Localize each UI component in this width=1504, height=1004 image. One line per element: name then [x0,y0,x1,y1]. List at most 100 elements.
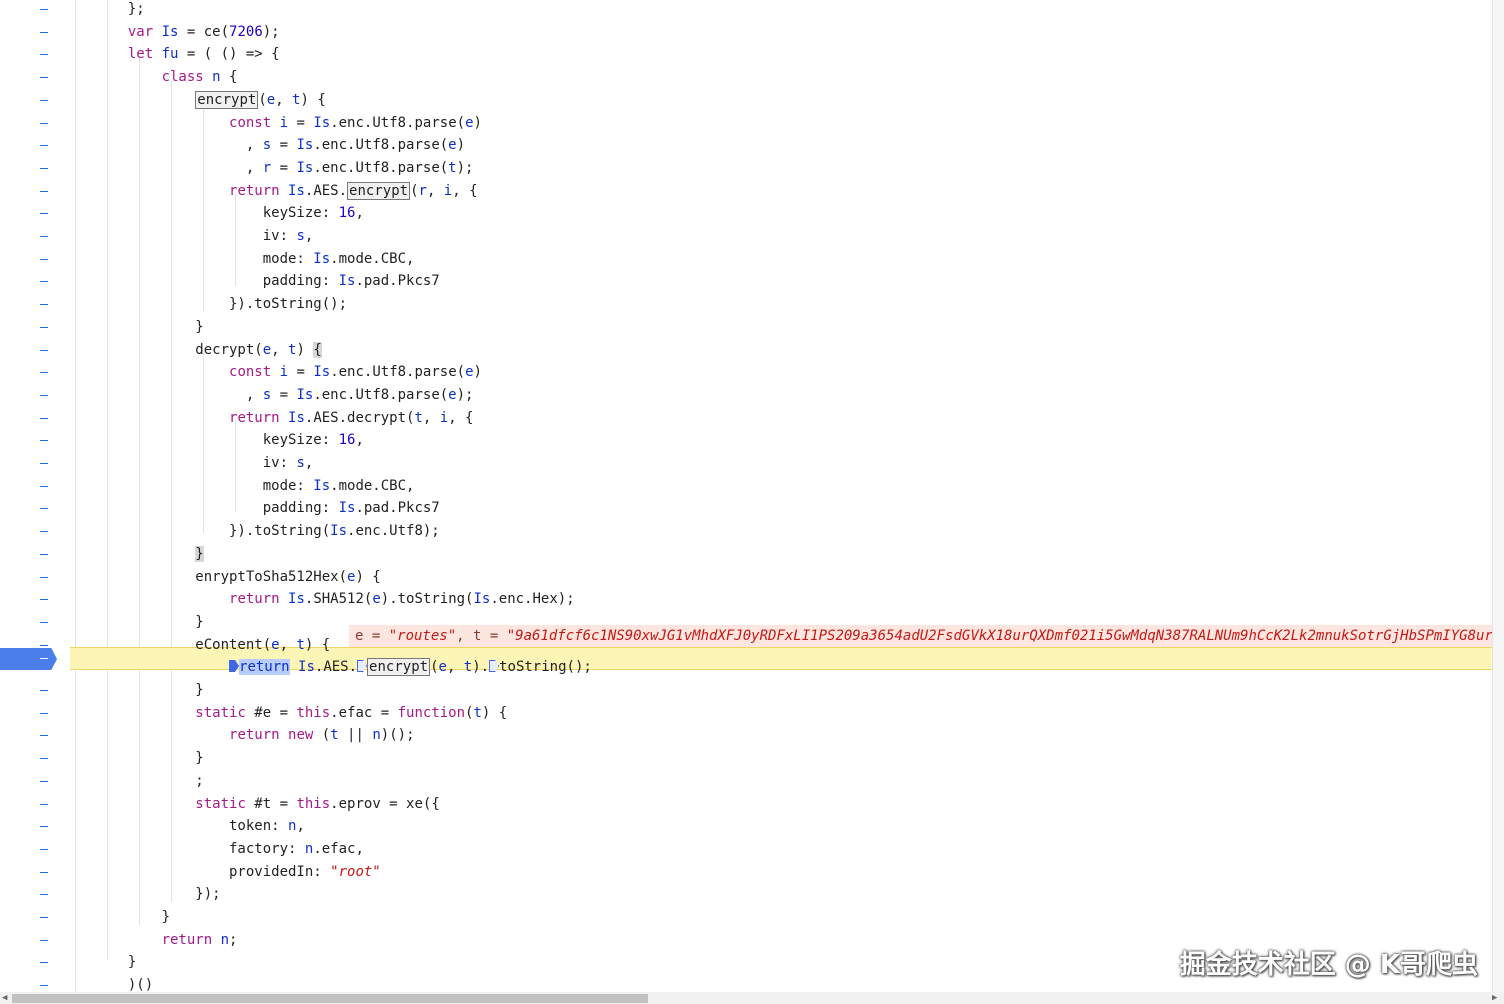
gutter-line-marker[interactable] [40,894,48,895]
code-line[interactable]: iv: s, [111,225,314,247]
gutter-line-marker[interactable] [40,645,48,646]
code-line[interactable]: }).toString(); [111,293,347,315]
code-line[interactable]: mode: Is.mode.CBC, [111,475,415,497]
gutter-line-marker[interactable] [40,327,48,328]
watermark: 掘金技术社区 @ K哥爬虫 [1179,950,1478,980]
code-line[interactable]: decrypt(e, t) { [111,339,322,361]
gutter-line-marker[interactable] [40,168,48,169]
code-line[interactable]: return Is.AES.decrypt(t, i, { [111,407,473,429]
code-line[interactable]: class n { [111,66,238,88]
code-line[interactable]: } [111,316,203,338]
gutter-line-marker[interactable] [40,713,48,714]
code-line[interactable]: } [111,951,136,973]
gutter-line-marker[interactable] [40,236,48,237]
gutter-line-marker[interactable] [40,213,48,214]
code-line[interactable]: return n; [111,929,238,951]
gutter-line-marker[interactable] [40,486,48,487]
code-line[interactable]: mode: Is.mode.CBC, [111,248,415,270]
gutter-line-marker[interactable] [40,418,48,419]
gutter-line-marker[interactable] [40,781,48,782]
gutter-line-marker[interactable] [40,508,48,509]
code-line[interactable]: keySize: 16, [111,202,364,224]
inline-e-label: e = [355,628,389,644]
code-line[interactable]: var Is = ce(7206); [111,21,280,43]
code-line[interactable]: } [111,747,203,769]
gutter-line-marker[interactable] [40,259,48,260]
code-line[interactable]: }).toString(Is.enc.Utf8); [111,520,440,542]
code-line[interactable]: iv: s, [111,452,314,474]
gutter-line-marker[interactable] [40,554,48,555]
paused-code-line[interactable]: return Is.AES. encrypt (e, t). toString(); [111,656,592,678]
gutter-line-marker[interactable] [40,304,48,305]
gutter-line-marker[interactable] [40,735,48,736]
gutter-line-marker[interactable] [40,463,48,464]
gutter-line-marker[interactable] [40,191,48,192]
indent-guide [75,0,76,992]
code-line[interactable]: static #e = this.efac = function(t) { [111,702,507,724]
code-line[interactable]: } [111,679,203,701]
scroll-left-icon[interactable]: ◀ [2,992,7,1004]
gutter-line-marker[interactable] [40,350,48,351]
gutter-line-marker[interactable] [40,145,48,146]
gutter-line-marker[interactable] [40,123,48,124]
code-line[interactable]: factory: n.efac, [111,838,364,860]
code-line[interactable]: static #t = this.eprov = xe({ [111,793,439,815]
gutter-line-marker[interactable] [40,690,48,691]
gutter-line-marker[interactable] [40,872,48,873]
gutter-line-marker[interactable] [40,826,48,827]
code-line[interactable]: token: n, [111,815,305,837]
code-line[interactable]: , s = Is.enc.Utf8.parse(e) [111,134,465,156]
gutter-line-marker[interactable] [40,440,48,441]
scroll-right-icon[interactable]: ▶ [1492,992,1497,1004]
gutter-line-marker[interactable] [40,599,48,600]
code-line[interactable]: } [111,906,170,928]
gutter-line-marker[interactable] [40,100,48,101]
gutter-line-marker[interactable] [40,395,48,396]
gutter-line-marker[interactable] [40,372,48,373]
code-line[interactable]: } [111,543,204,565]
gutter-line-marker[interactable] [40,804,48,805]
gutter-line-marker[interactable] [40,849,48,850]
gutter-line-marker[interactable] [40,577,48,578]
code-line[interactable]: padding: Is.pad.Pkcs7 [111,497,440,519]
breakpoint-marker-icon[interactable] [0,648,57,670]
code-line[interactable]: eContent(e, t) { [111,634,330,656]
code-line[interactable]: encrypt (e, t) { [111,89,326,111]
gutter-line-marker[interactable] [40,9,48,10]
execution-pointer-icon[interactable] [229,660,240,672]
continue-to-location-icon[interactable] [357,660,368,672]
gutter-line-marker[interactable] [40,758,48,759]
code-line[interactable]: , s = Is.enc.Utf8.parse(e); [111,384,474,406]
code-line[interactable]: return Is.AES. encrypt (r, i, { [111,180,478,202]
code-line[interactable]: , r = Is.enc.Utf8.parse(t); [111,157,474,179]
horizontal-scroll-thumb[interactable] [12,994,648,1003]
gutter-line-marker[interactable] [40,985,48,986]
code-line[interactable]: const i = Is.enc.Utf8.parse(e) [111,361,482,383]
continue-to-location-icon[interactable] [489,660,500,672]
line-gutter[interactable] [0,0,64,992]
gutter-line-marker[interactable] [40,531,48,532]
code-line[interactable]: let fu = ( () => { [111,43,280,65]
code-line[interactable]: padding: Is.pad.Pkcs7 [111,270,440,292]
gutter-line-marker[interactable] [40,917,48,918]
horizontal-scrollbar[interactable]: ◀ ▶ [0,992,1504,1004]
inline-t-value: "9a61dfcf6c1NS90xwJG1vMhdXFJ0yRDFxLI1PS2… [506,628,1493,644]
gutter-line-marker[interactable] [40,54,48,55]
code-line[interactable]: ; [111,770,203,792]
gutter-line-marker[interactable] [40,281,48,282]
gutter-line-marker[interactable] [40,940,48,941]
gutter-line-marker[interactable] [40,962,48,963]
code-line[interactable]: providedIn: "root" [111,861,381,883]
code-line[interactable]: return new (t || n)(); [111,724,414,746]
gutter-line-marker[interactable] [40,622,48,623]
gutter-line-marker[interactable] [40,32,48,33]
code-line[interactable]: }); [111,883,220,905]
code-line[interactable]: keySize: 16, [111,429,364,451]
code-line[interactable]: enryptToSha512Hex(e) { [111,566,380,588]
code-line[interactable]: const i = Is.enc.Utf8.parse(e) [111,112,482,134]
code-line[interactable]: }; [111,0,145,20]
vertical-scrollbar[interactable] [1492,0,1504,992]
code-line[interactable]: return Is.SHA512(e).toString(Is.enc.Hex)… [111,588,575,610]
gutter-line-marker[interactable] [40,77,48,78]
code-line[interactable]: } [111,611,203,633]
